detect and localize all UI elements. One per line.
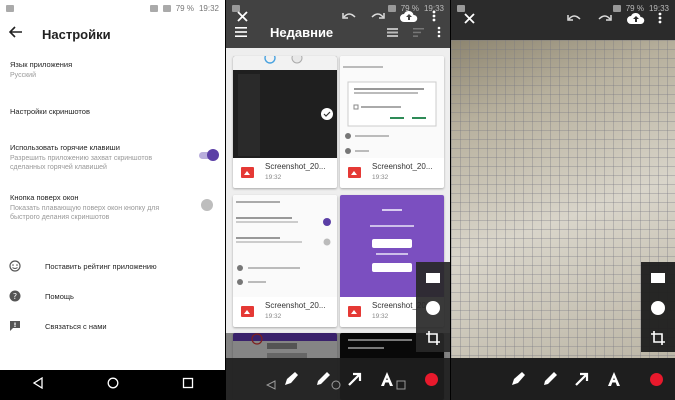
- card-meta: Screenshot_20... 19:32: [340, 158, 444, 188]
- battery-level: 79 %: [175, 3, 194, 13]
- rectangle-tool-icon[interactable]: [425, 272, 441, 284]
- setting-app-language[interactable]: Язык приложения Русский: [10, 60, 215, 80]
- close-icon[interactable]: [461, 10, 477, 26]
- setting-title: Использовать горячие клавиши: [10, 143, 120, 152]
- help-icon: ?: [0, 290, 30, 302]
- image-file-icon: [241, 306, 254, 317]
- color-picker-button[interactable]: [425, 372, 438, 386]
- screenshot-thumbnail: [233, 195, 337, 297]
- drawing-toolbar: [451, 358, 675, 400]
- signal-icon: [162, 4, 171, 12]
- text-tool-icon[interactable]: [605, 370, 623, 388]
- help-label: Помощь: [45, 291, 74, 301]
- setting-description: Показать плавающую поверх окон кнопку дл…: [10, 205, 160, 221]
- wifi-icon: [612, 4, 621, 12]
- file-name: Screenshot_20...: [265, 162, 326, 171]
- sort-icon[interactable]: [410, 25, 426, 39]
- rectangle-tool-icon[interactable]: [650, 272, 666, 284]
- contact-link[interactable]: Связаться с нами: [0, 314, 225, 338]
- cloud-upload-icon[interactable]: [627, 10, 645, 26]
- image-file-icon: [348, 167, 361, 178]
- setting-title: Язык приложения: [10, 60, 73, 69]
- notification-icon: [6, 4, 14, 12]
- clock: 19:32: [198, 3, 219, 13]
- hotkeys-toggle[interactable]: [199, 149, 219, 161]
- rate-app-label: Поставить рейтинг приложению: [45, 261, 157, 271]
- file-time: 19:32: [265, 313, 282, 320]
- circle-tool-icon[interactable]: [650, 300, 666, 316]
- crop-tool-icon[interactable]: [425, 330, 441, 346]
- wifi-icon: [387, 4, 396, 12]
- page-title: Настройки: [42, 26, 111, 42]
- recents-nav-icon[interactable]: [182, 376, 194, 394]
- screenshot-card[interactable]: Screenshot_20... 19:32: [233, 195, 337, 327]
- pen-tool-icon[interactable]: [541, 370, 559, 388]
- overflow-icon[interactable]: [434, 25, 444, 39]
- screenshot-thumbnail: [233, 56, 337, 158]
- system-nav-ghost: [266, 380, 406, 392]
- color-picker-button[interactable]: [650, 372, 663, 386]
- circle-tool-icon[interactable]: [425, 300, 441, 316]
- screenshot-card[interactable]: Screenshot_20... 19:32: [233, 56, 337, 188]
- crop-tool-icon[interactable]: [650, 330, 666, 346]
- back-nav-icon[interactable]: [266, 380, 276, 390]
- back-arrow-icon[interactable]: [0, 25, 32, 43]
- setting-floating-button[interactable]: Кнопка поверх окон Показать плавающую по…: [10, 193, 215, 222]
- redo-icon[interactable]: [597, 10, 613, 26]
- settings-screen: 79 % 19:32 Настройки Язык приложения Рус…: [0, 0, 225, 400]
- contact-label: Связаться с нами: [45, 321, 107, 331]
- toggle-knob: [201, 199, 213, 211]
- rate-app-link[interactable]: Поставить рейтинг приложению: [0, 254, 225, 278]
- menu-icon[interactable]: [234, 25, 248, 39]
- marker-tool-icon[interactable]: [509, 370, 527, 388]
- screenshot-card[interactable]: Screenshot_20... 19:32: [340, 56, 444, 188]
- file-time: 19:32: [265, 174, 282, 181]
- image-file-icon: [241, 167, 254, 178]
- arrow-tool-icon[interactable]: [573, 370, 591, 388]
- app-bar: Настройки: [0, 16, 225, 52]
- home-nav-icon[interactable]: [107, 376, 119, 394]
- recent-screen: 79 % 19:33 Недавние Screenshot_20... 19:…: [226, 0, 450, 400]
- smile-icon: [0, 260, 30, 272]
- toggle-knob: [207, 149, 219, 161]
- undo-icon[interactable]: [566, 10, 582, 26]
- setting-screenshot-settings[interactable]: Настройки скриншотов: [10, 107, 215, 116]
- system-nav-bar: [0, 370, 225, 400]
- page-title: Недавние: [270, 24, 334, 40]
- more-menu-icon[interactable]: [655, 10, 665, 26]
- file-time: 19:32: [372, 313, 389, 320]
- side-toolbar: [641, 262, 675, 352]
- floating-button-toggle[interactable]: [199, 199, 219, 211]
- setting-hotkeys[interactable]: Использовать горячие клавиши Разрешить п…: [10, 143, 215, 172]
- screenshot-thumbnail: [340, 56, 444, 158]
- drawing-toolbar: [226, 358, 450, 400]
- svg-text:?: ?: [13, 292, 17, 301]
- setting-title: Кнопка поверх окон: [10, 193, 79, 202]
- setting-description: Разрешить приложению захват скриншотов с…: [10, 155, 153, 171]
- help-link[interactable]: ? Помощь: [0, 284, 225, 308]
- card-meta: Screenshot_20... 19:32: [233, 297, 337, 327]
- status-bar: 79 % 19:32: [0, 0, 225, 16]
- wifi-icon: [149, 4, 158, 12]
- list-view-icon[interactable]: [384, 25, 400, 39]
- image-file-icon: [348, 306, 361, 317]
- recent-header: Недавние: [226, 19, 450, 45]
- file-name: Screenshot_20...: [372, 162, 433, 171]
- back-nav-icon[interactable]: [32, 376, 44, 394]
- setting-value: Русский: [10, 72, 36, 79]
- card-meta: Screenshot_20... 19:32: [233, 158, 337, 188]
- file-name: Screenshot_20...: [265, 301, 326, 310]
- side-toolbar: [416, 262, 450, 352]
- feedback-icon: [0, 320, 30, 332]
- setting-title: Настройки скриншотов: [10, 107, 90, 116]
- home-nav-icon[interactable]: [331, 380, 341, 390]
- editor-screen: 79 % 19:33: [451, 0, 675, 400]
- file-time: 19:32: [372, 174, 389, 181]
- recents-nav-icon[interactable]: [396, 380, 406, 390]
